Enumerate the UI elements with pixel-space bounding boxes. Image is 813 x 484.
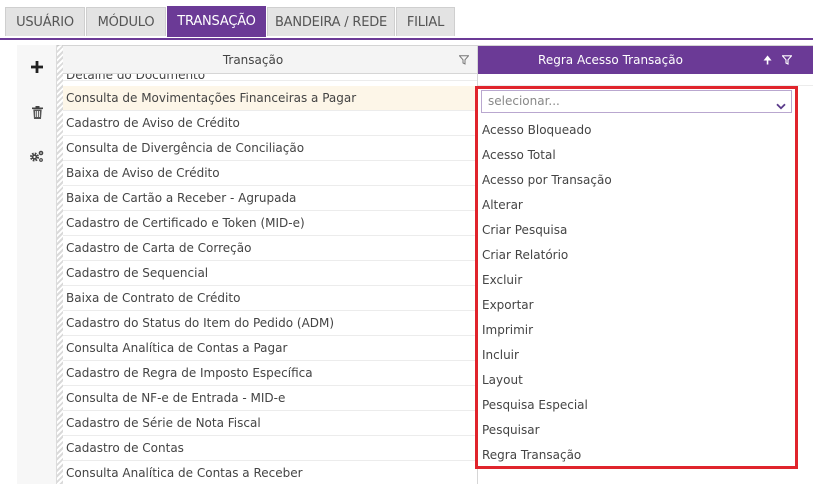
tab-bar: USUÁRIO MÓDULO TRANSAÇÃO BANDEIRA / REDE… [0,0,813,40]
table-row[interactable]: Consulta Analítica de Contas a Pagar [63,336,477,361]
table-row[interactable]: Cadastro de Certificado e Token (MID-e) [63,211,477,236]
table-row[interactable]: Cadastro de Aviso de Crédito [63,111,477,136]
table-row[interactable]: Cadastro de Série de Nota Fiscal [63,411,477,436]
tab-filial[interactable]: FILIAL [396,7,455,36]
dropdown-option[interactable]: Criar Pesquisa [478,218,794,243]
gears-icon[interactable] [17,145,57,167]
column-header-regra-label: Regra Acesso Transação [538,53,683,67]
filter-icon[interactable] [781,54,793,68]
plus-icon[interactable] [17,56,57,78]
dropdown-option[interactable]: Imprimir [478,318,794,343]
dropdown-option[interactable]: Acesso Total [478,143,794,168]
table-row[interactable]: Consulta de Divergência de Conciliação [63,136,477,161]
table-row[interactable]: Detalhe do Documento [63,74,477,81]
dropdown-option[interactable]: Acesso Bloqueado [478,118,794,143]
table-row[interactable]: Cadastro do Status do Item do Pedido (AD… [63,311,477,336]
dropdown-option[interactable]: Pesquisar [478,418,794,443]
regra-select-placeholder: selecionar... [488,94,560,108]
tab-transacao[interactable]: TRANSAÇÃO [167,6,266,37]
tab-bandeira-rede[interactable]: BANDEIRA / REDE [267,7,395,36]
tab-usuario[interactable]: USUÁRIO [5,7,85,36]
table-row[interactable]: Consulta de NF-e de Entrada - MID-e [63,386,477,411]
transacao-list: Detalhe do Documento Consulta de Movimen… [63,74,477,484]
filter-icon[interactable] [458,54,470,68]
trash-icon[interactable] [17,101,57,123]
table-row[interactable]: Baixa de Cartão a Receber - Agrupada [63,186,477,211]
column-header-transacao[interactable]: Transação [63,46,477,74]
dropdown-option[interactable]: Exportar [478,293,794,318]
regra-options-list: Acesso Bloqueado Acesso Total Acesso por… [478,118,794,468]
dropdown-option[interactable]: Excluir [478,268,794,293]
regra-select[interactable]: selecionar... [481,90,792,113]
table-row[interactable]: Cadastro de Sequencial [63,261,477,286]
column-header-regra[interactable]: Regra Acesso Transação 🠉 [478,46,813,74]
table-row[interactable]: Baixa de Aviso de Crédito [63,161,477,186]
table-row[interactable]: Baixa de Contrato de Crédito [63,286,477,311]
column-header-transacao-label: Transação [222,53,284,67]
table-row[interactable]: Consulta Analítica de Contas a Receber [63,461,477,484]
table-row[interactable]: Cadastro de Contas [63,436,477,461]
grid-toolbar [17,45,57,484]
tab-modulo[interactable]: MÓDULO [86,7,166,36]
dropdown-option[interactable]: Incluir [478,343,794,368]
dropdown-option[interactable]: Alterar [478,193,794,218]
table-row-selected[interactable]: Consulta de Movimentações Financeiras a … [63,86,477,111]
dropdown-option[interactable]: Acesso por Transação [478,168,794,193]
dropdown-option[interactable]: Regra Transação [478,443,794,468]
table-row[interactable]: Cadastro de Carta de Correção [63,236,477,261]
dropdown-option[interactable]: Criar Relatório [478,243,794,268]
table-row[interactable]: Cadastro de Regra de Imposto Específica [63,361,477,386]
dropdown-option[interactable]: Pesquisa Especial [478,393,794,418]
chevron-down-icon[interactable] [776,96,786,117]
dropdown-option[interactable]: Layout [478,368,794,393]
sort-ascending-icon[interactable]: 🠉 [763,52,772,71]
